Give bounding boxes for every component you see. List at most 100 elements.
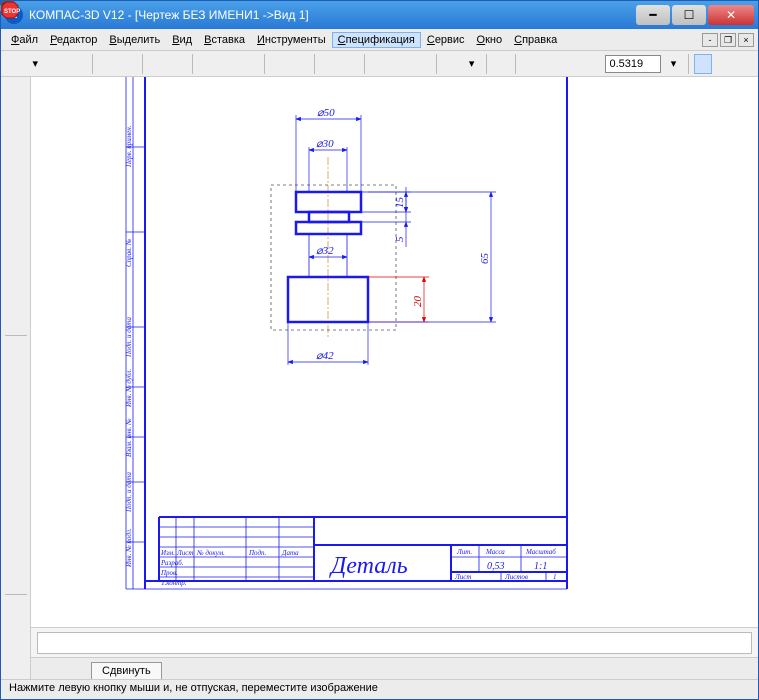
statusbar: Нажмите левую кнопку мыши и, не отпуская… (1, 679, 758, 699)
app-window: К КОМПАС-3D V12 - [Чертеж БЕЗ ИМЕНИ1 ->В… (0, 0, 759, 700)
menu-file[interactable]: Файл (5, 32, 44, 48)
arc-tool[interactable] (5, 432, 27, 452)
line-tool[interactable] (5, 363, 27, 383)
model-button[interactable] (148, 54, 166, 74)
svg-text:⌀32: ⌀32 (316, 245, 334, 257)
chamfer-tool[interactable] (5, 501, 27, 521)
rect-tool[interactable] (5, 524, 27, 544)
minimize-button[interactable]: ━ (636, 5, 670, 25)
dimension-button[interactable] (5, 104, 27, 124)
svg-text:Дата: Дата (281, 549, 299, 557)
svg-text:Разраб.: Разраб. (160, 559, 184, 567)
select-button[interactable] (5, 242, 27, 262)
bezier-tool[interactable] (5, 478, 27, 498)
pan-button[interactable] (694, 54, 712, 74)
drag-handle[interactable] (5, 622, 27, 642)
menu-window[interactable]: Окно (471, 32, 509, 48)
new-button[interactable] (5, 54, 23, 74)
cut-button[interactable] (198, 54, 216, 74)
preview-button[interactable] (119, 54, 137, 74)
spline-tool[interactable] (5, 386, 27, 406)
menu-view[interactable]: Вид (166, 32, 198, 48)
mdi-restore-button[interactable]: ❐ (720, 33, 736, 47)
zoom-in-button[interactable] (492, 54, 510, 74)
open-button[interactable] (47, 54, 65, 74)
measure-button[interactable] (5, 219, 27, 239)
menubar: Файл Редактор Выделить Вид Вставка Инстр… (1, 29, 758, 51)
rotate-button[interactable] (715, 54, 733, 74)
calc-button[interactable] (370, 54, 388, 74)
text-button[interactable]: T (5, 127, 27, 147)
spec-button[interactable] (5, 265, 27, 285)
zoom-fit-button[interactable] (584, 54, 602, 74)
close-button[interactable]: ✕ (708, 5, 754, 25)
zoom-prev-button[interactable] (542, 54, 560, 74)
svg-text:⌀42: ⌀42 (316, 350, 334, 362)
stop-icon[interactable]: STOP (0, 0, 20, 20)
insert-button[interactable] (5, 311, 27, 331)
new-dropdown[interactable]: ▾ (26, 54, 44, 74)
svg-text:⌀30: ⌀30 (316, 138, 334, 150)
left-toolbar: T (1, 77, 31, 679)
refresh-button[interactable] (736, 54, 754, 74)
workarea: T (1, 77, 758, 679)
paste-button[interactable] (240, 54, 258, 74)
settings-button[interactable] (391, 54, 409, 74)
help-context-button[interactable]: ? (441, 54, 459, 74)
message-panel: STOP (31, 627, 758, 657)
offset-tool[interactable] (5, 547, 27, 567)
point-tool[interactable] (5, 340, 27, 360)
zoom-window-button[interactable] (521, 54, 539, 74)
svg-text:Изм.: Изм. (160, 549, 175, 557)
brush-button[interactable] (291, 54, 309, 74)
menu-spec[interactable]: Спецификация (332, 32, 421, 48)
param-button[interactable] (5, 196, 27, 216)
svg-text:Лист: Лист (454, 573, 471, 581)
svg-text:Деталь: Деталь (329, 553, 408, 579)
print-button[interactable] (98, 54, 116, 74)
geom-point-button[interactable] (5, 81, 27, 101)
menu-tools[interactable]: Инструменты (251, 32, 332, 48)
menu-service[interactable]: Сервис (421, 32, 471, 48)
properties-button[interactable] (270, 54, 288, 74)
ellipse-tool[interactable] (5, 455, 27, 475)
tab-move[interactable]: Сдвинуть (91, 662, 162, 679)
mdi-close-button[interactable]: × (738, 33, 754, 47)
menu-editor[interactable]: Редактор (44, 32, 103, 48)
vars-button[interactable]: f(x) (412, 54, 430, 74)
zoom-next-button[interactable] (563, 54, 581, 74)
layers-button[interactable] (169, 54, 187, 74)
dropdown-1[interactable]: ▾ (463, 54, 481, 74)
menu-select[interactable]: Выделить (103, 32, 166, 48)
undo-button[interactable] (320, 54, 338, 74)
svg-text:Пров.: Пров. (160, 569, 178, 577)
svg-text:Подп. и дата: Подп. и дата (125, 317, 133, 358)
svg-text:Масштаб: Масштаб (525, 548, 556, 556)
titlebar[interactable]: К КОМПАС-3D V12 - [Чертеж БЕЗ ИМЕНИ1 ->В… (1, 1, 758, 29)
svg-text:Подп. и дата: Подп. и дата (125, 472, 133, 513)
message-box[interactable] (37, 632, 752, 654)
circle-tool[interactable] (5, 409, 27, 429)
svg-text:Лит.: Лит. (456, 548, 472, 556)
zoom-input[interactable] (605, 55, 661, 73)
svg-text:Инв. № дубл.: Инв. № дубл. (125, 369, 133, 408)
stop-small-button[interactable] (5, 599, 27, 619)
zoom-dropdown[interactable]: ▾ (664, 54, 682, 74)
svg-text:Инв. № подл.: Инв. № подл. (125, 528, 133, 568)
menu-insert[interactable]: Вставка (198, 32, 251, 48)
hatch-button[interactable] (5, 150, 27, 170)
edit-button[interactable] (5, 173, 27, 193)
svg-text:65: 65 (479, 253, 491, 265)
drawing-canvas[interactable]: Инв. № подл. Подп. и дата Взам. инв. № И… (31, 77, 758, 627)
copy-button[interactable] (219, 54, 237, 74)
save-button[interactable] (69, 54, 87, 74)
svg-text:1: 1 (553, 573, 557, 581)
mdi-minimize-button[interactable]: - (702, 33, 718, 47)
hatch2-tool[interactable] (5, 570, 27, 590)
menu-help[interactable]: Справка (508, 32, 563, 48)
tab-row: Сдвинуть (31, 657, 758, 679)
redo-button[interactable] (341, 54, 359, 74)
svg-text:5: 5 (394, 236, 406, 242)
report-button[interactable] (5, 288, 27, 308)
maximize-button[interactable]: ☐ (672, 5, 706, 25)
